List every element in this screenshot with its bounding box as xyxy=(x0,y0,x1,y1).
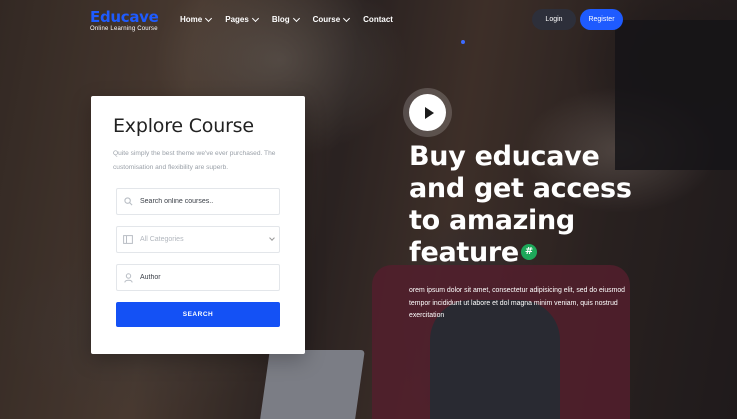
course-search-input[interactable] xyxy=(140,198,270,205)
chevron-down-icon xyxy=(269,235,275,241)
explore-course-card: Explore Course Quite simply the best the… xyxy=(91,96,305,354)
search-icon xyxy=(123,197,133,207)
nav-item-course[interactable]: Course xyxy=(312,14,351,24)
chevron-down-icon xyxy=(343,14,351,22)
user-icon xyxy=(123,272,133,283)
logo-title: Educave xyxy=(90,8,159,26)
play-video-button[interactable] xyxy=(409,94,446,131)
hero-description: orem ipsum dolor sit amet, consectetur a… xyxy=(409,287,626,319)
course-search-field[interactable] xyxy=(116,188,280,215)
nav-item-blog[interactable]: Blog xyxy=(271,14,300,24)
category-icon xyxy=(123,235,133,245)
chevron-down-icon xyxy=(205,14,213,22)
nav-label: Contact xyxy=(363,15,393,24)
login-button[interactable]: Login xyxy=(532,9,576,30)
hash-badge-icon: # xyxy=(520,243,537,260)
author-input[interactable] xyxy=(140,274,270,281)
register-button[interactable]: Register xyxy=(580,9,623,30)
card-description: Quite simply the best theme we've ever p… xyxy=(113,150,276,171)
nav-label: Blog xyxy=(271,15,290,24)
author-field[interactable] xyxy=(116,264,280,291)
hero-title-line-text: feature xyxy=(409,237,519,268)
nav-item-home[interactable]: Home xyxy=(180,14,213,24)
logo[interactable]: Educave Online Learning Course xyxy=(90,8,159,32)
category-select[interactable]: All Categories xyxy=(116,226,280,253)
nav-label: Pages xyxy=(225,15,249,24)
card-title: Explore Course xyxy=(113,115,254,137)
chevron-down-icon xyxy=(292,14,300,22)
hero-title-line: Buy educave xyxy=(409,141,600,172)
main-nav: Home Pages Blog Course Contact xyxy=(180,14,393,24)
hero-title: Buy educave and get access to amazing fe… xyxy=(409,141,659,269)
category-select-value: All Categories xyxy=(140,236,184,243)
hero-title-line: feature # xyxy=(409,237,659,269)
nav-item-pages[interactable]: Pages xyxy=(225,14,259,24)
play-icon xyxy=(424,106,434,119)
nav-label: Home xyxy=(180,15,203,24)
hero-title-line: and get access xyxy=(409,173,632,204)
nav-item-contact[interactable]: Contact xyxy=(363,15,393,24)
hero-title-line: to amazing xyxy=(409,205,575,236)
chevron-down-icon xyxy=(251,14,259,22)
logo-subtitle: Online Learning Course xyxy=(90,26,158,32)
search-button[interactable]: SEARCH xyxy=(116,302,280,327)
site-header: Educave Online Learning Course Home Page… xyxy=(0,0,737,40)
nav-label: Course xyxy=(312,15,341,24)
indicator-dot xyxy=(461,40,465,44)
